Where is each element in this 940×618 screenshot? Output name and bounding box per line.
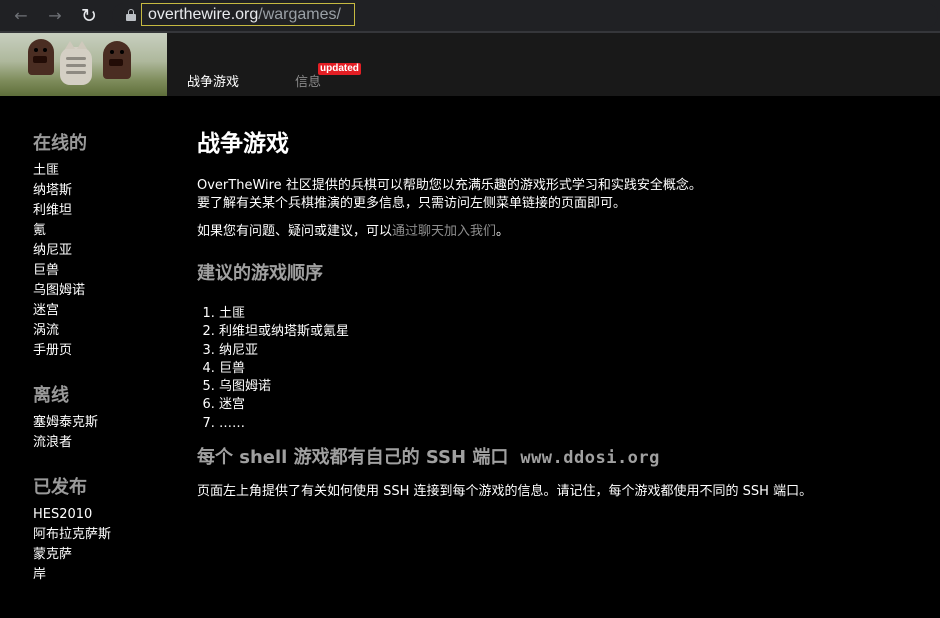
help-suffix: 。 — [496, 224, 510, 239]
page-title: 战争游戏 — [197, 131, 289, 157]
intro-line-2: 要了解有关某个兵棋推演的更多信息，只需访问左侧菜单链接的页面即可。 — [197, 196, 627, 211]
released-games-list: HES2010 阿布拉克萨斯 蒙克萨 岸 — [33, 505, 173, 585]
sidebar-item-monxla[interactable]: 蒙克萨 — [33, 545, 173, 565]
sidebar-item-manpage[interactable]: 手册页 — [33, 341, 173, 361]
lock-icon[interactable] — [126, 9, 136, 21]
updated-badge: updated — [318, 63, 361, 75]
order-item: 乌图姆诺 — [219, 378, 917, 396]
sidebar-item-utumno[interactable]: 乌图姆诺 — [33, 281, 173, 301]
order-item: 纳尼亚 — [219, 342, 917, 360]
help-paragraph: 如果您有问题、疑问或建议，可以通过聊天加入我们。 — [197, 223, 917, 241]
sidebar-item-semtex[interactable]: 塞姆泰克斯 — [33, 413, 173, 433]
order-item: …… — [219, 415, 917, 433]
sidebar-item-behemoth[interactable]: 巨兽 — [33, 261, 173, 281]
intro-line-1: OverTheWire 社区提供的兵棋可以帮助您以充满乐趣的游戏形式学习和实践安… — [197, 178, 702, 193]
sidebar-heading-online: 在线的 — [33, 133, 87, 154]
sidebar-item-maze[interactable]: 迷宫 — [33, 301, 173, 321]
order-item: 巨兽 — [219, 360, 917, 378]
sidebar-item-narnia[interactable]: 纳尼亚 — [33, 241, 173, 261]
kitten-figure — [60, 41, 92, 85]
sidebar-item-natas[interactable]: 纳塔斯 — [33, 181, 173, 201]
address-bar[interactable]: overthewire.org/wargames/ — [112, 3, 938, 28]
sidebar-heading-released: 已发布 — [33, 477, 87, 498]
intro-paragraph: OverTheWire 社区提供的兵棋可以帮助您以充满乐趣的游戏形式学习和实践安… — [197, 177, 917, 213]
site-header: 战争游戏 信息 updated — [0, 33, 940, 96]
ssh-heading-row: 每个 shell 游戏都有自己的 SSH 端口 www.ddosi.org — [197, 445, 917, 471]
chat-link[interactable]: 通过聊天加入我们 — [392, 224, 496, 239]
suggested-order-list: 土匪 利维坦或纳塔斯或氪星 纳尼亚 巨兽 乌图姆诺 迷宫 …… — [197, 305, 917, 433]
arrow-right-icon[interactable]: → — [44, 5, 66, 27]
watermark: www.ddosi.org — [520, 448, 660, 469]
domo-figure-right — [103, 41, 131, 79]
ssh-heading: 每个 shell 游戏都有自己的 SSH 端口 — [197, 447, 509, 469]
browser-toolbar: ← → ↻ overthewire.org/wargames/ — [0, 0, 940, 31]
help-prefix: 如果您有问题、疑问或建议，可以 — [197, 224, 393, 239]
order-item: 迷宫 — [219, 396, 917, 414]
order-item: 利维坦或纳塔斯或氪星 — [219, 323, 917, 341]
sidebar-item-vortex[interactable]: 涡流 — [33, 321, 173, 341]
sidebar-item-bandit[interactable]: 土匪 — [33, 161, 173, 181]
sidebar-item-hes2010[interactable]: HES2010 — [33, 505, 173, 525]
arrow-left-icon[interactable]: ← — [10, 5, 32, 27]
sidebar-item-abraxas[interactable]: 阿布拉克萨斯 — [33, 525, 173, 545]
offline-games-list: 塞姆泰克斯 流浪者 — [33, 413, 173, 453]
sidebar-item-shore[interactable]: 岸 — [33, 565, 173, 585]
url-host: overthewire.org — [148, 6, 259, 23]
online-games-list: 土匪 纳塔斯 利维坦 氪 纳尼亚 巨兽 乌图姆诺 迷宫 涡流 手册页 — [33, 161, 173, 361]
sidebar-item-drifter[interactable]: 流浪者 — [33, 433, 173, 453]
main-content: 战争游戏 OverTheWire 社区提供的兵棋可以帮助您以充满乐趣的游戏形式学… — [197, 128, 917, 501]
sidebar-heading-offline: 离线 — [33, 385, 69, 406]
sidebar-item-leviathan[interactable]: 利维坦 — [33, 201, 173, 221]
reload-icon[interactable]: ↻ — [78, 5, 100, 27]
domo-figure-left — [28, 39, 54, 75]
order-heading: 建议的游戏顺序 — [197, 263, 323, 284]
nav-wargames[interactable]: 战争游戏 — [187, 71, 239, 90]
sidebar: 在线的 土匪 纳塔斯 利维坦 氪 纳尼亚 巨兽 乌图姆诺 迷宫 涡流 手册页 离… — [33, 131, 173, 585]
sidebar-item-krypton[interactable]: 氪 — [33, 221, 173, 241]
banner-image[interactable] — [0, 33, 167, 96]
order-item: 土匪 — [219, 305, 917, 323]
nav-info[interactable]: 信息 — [295, 71, 321, 90]
ssh-paragraph: 页面左上角提供了有关如何使用 SSH 连接到每个游戏的信息。请记住，每个游戏都使… — [197, 484, 813, 500]
url-text[interactable]: overthewire.org/wargames/ — [141, 3, 355, 26]
url-path: /wargames/ — [258, 6, 341, 23]
